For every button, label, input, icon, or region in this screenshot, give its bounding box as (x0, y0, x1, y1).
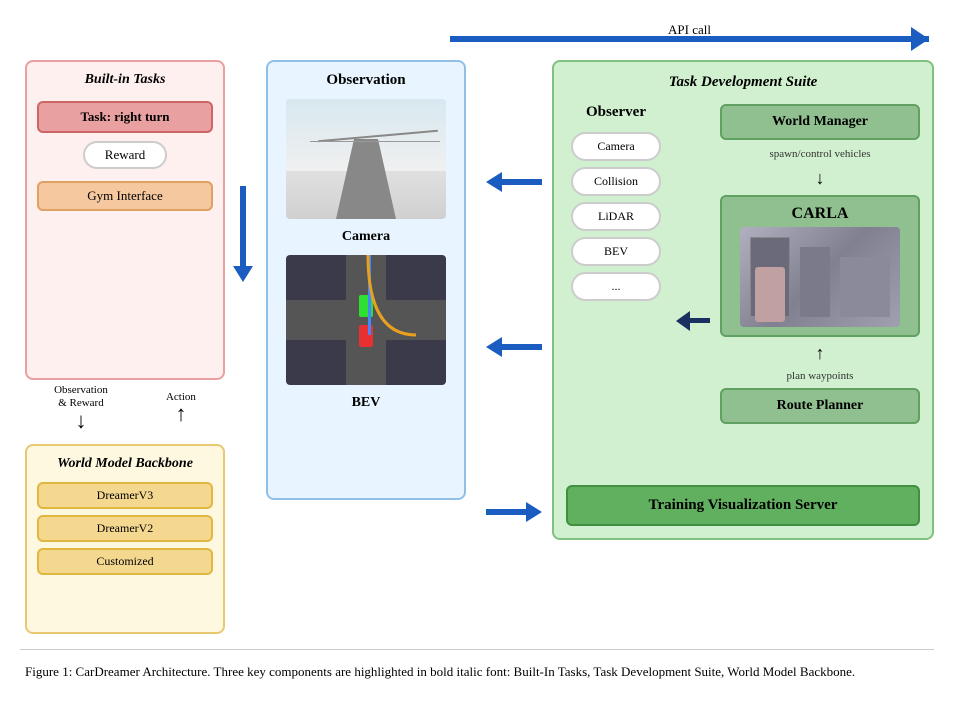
observation-panel: Observation Camera (266, 60, 466, 500)
plan-text: plan waypoints (720, 370, 920, 382)
left-arrow-obs-line (502, 179, 542, 185)
obs-reward-label: Observation& Reward (54, 384, 108, 410)
left-blue-arrow-camera (486, 337, 542, 357)
plan-up-arrow: ↑ (720, 343, 920, 364)
carla-left-arrow (676, 311, 710, 331)
carla-image (740, 227, 900, 327)
spawn-text: spawn/control vehicles (720, 146, 920, 162)
down-arrow-icon: ↓ (75, 410, 86, 432)
mid-arrows (481, 60, 547, 634)
task-dev-title: Task Development Suite (566, 74, 920, 91)
building-3 (840, 257, 890, 317)
obs-action-arrows: Observation& Reward ↓ Action ↑ (25, 380, 225, 436)
mural-figure (755, 267, 785, 322)
left-arrow-cam-line (502, 344, 542, 350)
api-call-label: API call (668, 22, 711, 38)
observation-title: Observation (326, 72, 405, 89)
observer-lidar-item: LiDAR (571, 202, 661, 231)
observer-bev-item: BEV (571, 237, 661, 266)
observer-title: Observer (586, 104, 646, 121)
figure-caption: Figure 1: CarDreamer Architecture. Three… (20, 649, 934, 682)
camera-title: Camera (342, 229, 390, 245)
left-blue-arrow-obs (486, 172, 542, 192)
observer-col: Observer Camera Collision LiDAR BEV ... (566, 104, 666, 477)
bev-image (286, 255, 446, 385)
world-manager-box: World Manager (720, 104, 920, 140)
customized-item: Customized (37, 548, 213, 575)
diagram-wrapper: API call Built-in Tasks Task: right turn… (20, 20, 934, 682)
left-arrow-col (235, 60, 251, 634)
up-arrow-icon: ↑ (175, 403, 186, 425)
caption-text: Figure 1: CarDreamer Architecture. Three… (25, 664, 855, 679)
observation-image (286, 99, 446, 219)
dreamer-v3-item: DreamerV3 (37, 482, 213, 509)
bev-path-svg (286, 255, 446, 385)
world-model-title: World Model Backbone (57, 456, 193, 472)
left-arrow-obs-icon (486, 172, 502, 192)
observer-collision-item: Collision (571, 167, 661, 196)
main-diagram-row: Built-in Tasks Task: right turn Reward G… (20, 60, 934, 634)
gym-interface-box: Gym Interface (37, 181, 213, 211)
left-column: Built-in Tasks Task: right turn Reward G… (20, 60, 230, 634)
builtin-tasks-box: Built-in Tasks Task: right turn Reward G… (25, 60, 225, 380)
bev-title: BEV (352, 395, 381, 411)
task-dev-inner: Observer Camera Collision LiDAR BEV ... (566, 104, 920, 477)
observer-camera-item: Camera (571, 132, 661, 161)
training-vis-box: Training Visualization Server (566, 485, 920, 526)
carla-title: CARLA (792, 205, 849, 223)
right-col: World Manager spawn/control vehicles ↓ C… (720, 104, 920, 477)
carla-arrow-col (676, 104, 710, 477)
world-model-box: World Model Backbone DreamerV3 DreamerV2… (25, 444, 225, 634)
right-blue-arrow-bev (486, 502, 542, 522)
dreamer-v2-item: DreamerV2 (37, 515, 213, 542)
cable-line-2 (310, 141, 440, 142)
route-planner-box: Route Planner (720, 388, 920, 424)
reward-box: Reward (83, 141, 167, 169)
building-2 (800, 247, 830, 317)
builtin-tasks-title: Built-in Tasks (85, 72, 166, 88)
spawn-down-arrow: ↓ (720, 168, 920, 189)
carla-container: CARLA (720, 195, 920, 337)
right-arrow-bev-line (486, 509, 526, 515)
task-dev-suite-box: Task Development Suite Observer Camera C… (552, 60, 934, 540)
observer-more-item: ... (571, 272, 661, 301)
action-arrow: Action ↑ (166, 391, 196, 425)
obs-reward-arrow: Observation& Reward ↓ (54, 384, 108, 432)
right-arrow-bev-icon (526, 502, 542, 522)
left-arrow-cam-icon (486, 337, 502, 357)
task-right-turn-box: Task: right turn (37, 101, 213, 133)
